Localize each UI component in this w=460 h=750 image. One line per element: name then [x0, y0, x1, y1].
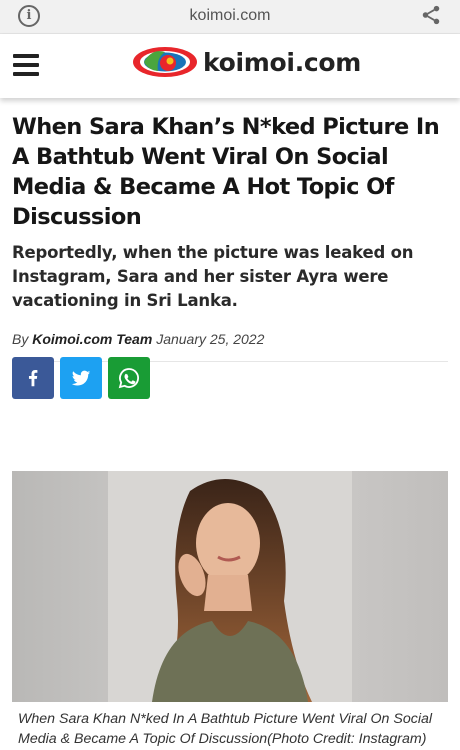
- site-header: koimoi.com: [0, 34, 460, 98]
- author-link[interactable]: Koimoi.com Team: [32, 331, 152, 347]
- article-subheadline: Reportedly, when the picture was leaked …: [12, 243, 414, 310]
- whatsapp-share-button[interactable]: [108, 357, 150, 399]
- browser-address-bar: i koimoi.com: [0, 0, 460, 34]
- article-headline: When Sara Khan’s N*ked Picture In A Bath…: [12, 114, 440, 230]
- byline: By Koimoi.com Team January 25, 2022: [12, 331, 452, 347]
- featured-image[interactable]: [12, 471, 448, 702]
- publish-date: January 25, 2022: [156, 331, 265, 347]
- facebook-share-button[interactable]: [12, 357, 54, 399]
- share-icon[interactable]: [420, 4, 442, 26]
- hamburger-menu-icon[interactable]: [13, 54, 39, 76]
- whatsapp-icon: [118, 368, 139, 389]
- koimoi-logo-icon: [133, 47, 197, 77]
- logo-text: koimoi.com: [203, 47, 362, 77]
- facebook-icon: [28, 370, 38, 387]
- site-logo[interactable]: koimoi.com: [132, 42, 361, 82]
- twitter-icon: [71, 370, 91, 386]
- byline-prefix: By: [12, 331, 29, 347]
- featured-photo: [12, 471, 448, 702]
- twitter-share-button[interactable]: [60, 357, 102, 399]
- share-buttons: [12, 357, 150, 399]
- url-text[interactable]: koimoi.com: [0, 7, 460, 25]
- article-header: When Sara Khan’s N*ked Picture In A Bath…: [12, 112, 452, 362]
- image-caption: When Sara Khan N*ked In A Bathtub Pictur…: [18, 711, 433, 747]
